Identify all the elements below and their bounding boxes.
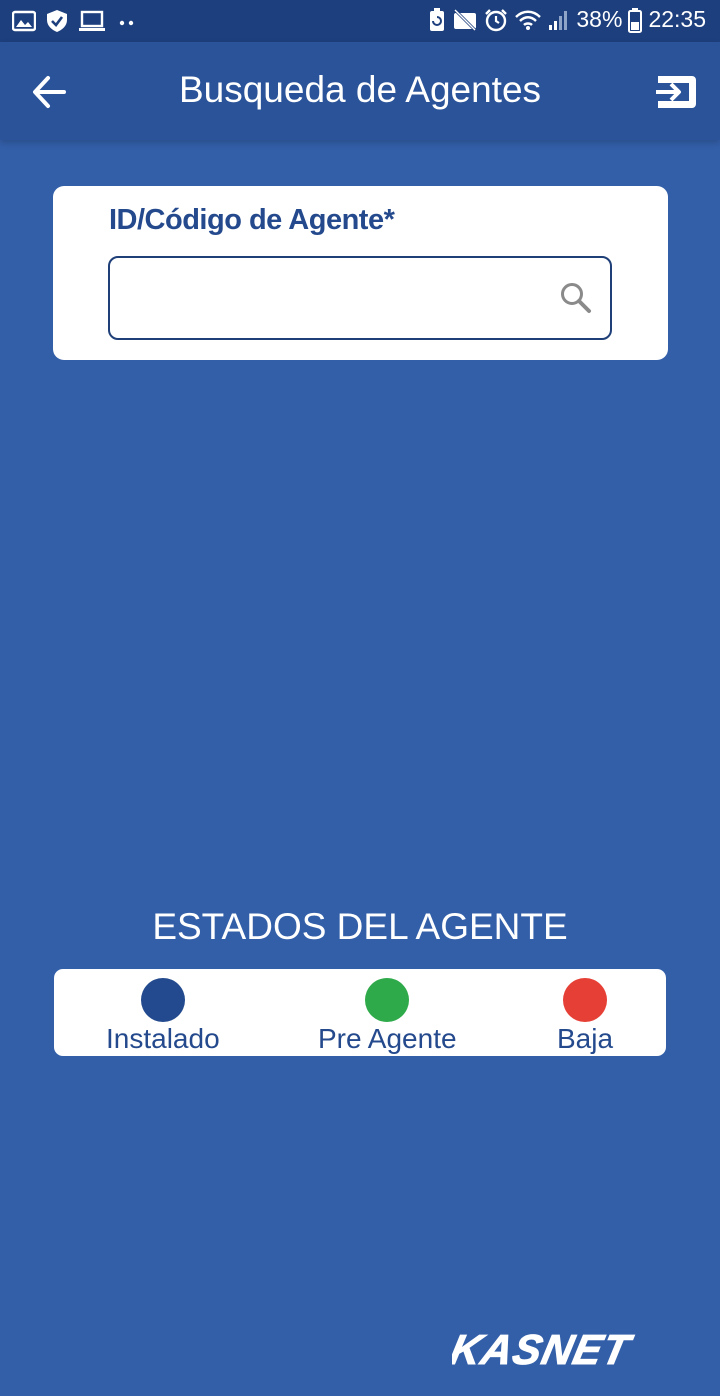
agent-id-label: ID/Código de Agente* (109, 204, 395, 236)
agent-states-legend: Instalado Pre Agente Baja (54, 969, 666, 1056)
state-pre-agent: Pre Agente (318, 978, 457, 1055)
kasnet-logo: KASNET (446, 1326, 692, 1373)
agent-search-card: ID/Código de Agente* (53, 186, 668, 360)
shield-icon (46, 9, 68, 33)
no-camera-icon (452, 8, 478, 32)
signal-icon (548, 8, 570, 32)
state-baja-label: Baja (557, 1023, 614, 1054)
wifi-icon (514, 8, 542, 32)
image-icon (11, 10, 37, 32)
agent-id-field[interactable] (108, 256, 612, 340)
state-baja-dot (563, 978, 608, 1022)
notification-icons (11, 9, 138, 33)
laptop-icon (78, 10, 106, 32)
state-pre-agent-label: Pre Agente (318, 1023, 457, 1054)
state-installed: Instalado (106, 978, 220, 1055)
page-title: Busqueda de Agentes (178, 69, 542, 110)
state-installed-label: Instalado (106, 1023, 220, 1054)
kasnet-logo-text: KASNET (452, 1326, 637, 1370)
app-bar: Busqueda de Agentes (0, 42, 720, 140)
battery-saver-icon (428, 7, 446, 33)
states-title: ESTADOS DEL AGENTE (152, 906, 568, 947)
search-icon[interactable] (558, 280, 594, 316)
battery-percent: 38% (576, 6, 623, 32)
logout-button[interactable] (654, 70, 700, 114)
state-installed-dot (140, 978, 185, 1022)
state-pre-agent-dot (365, 978, 410, 1022)
agent-id-input[interactable] (122, 268, 546, 328)
system-status: 38% 22:35 (428, 6, 706, 33)
status-bar: 38% 22:35 (0, 0, 720, 42)
logout-icon (654, 76, 700, 118)
more-dots-icon (116, 10, 138, 32)
state-baja: Baja (557, 978, 613, 1055)
clock: 22:35 (648, 6, 706, 32)
alarm-icon (484, 8, 508, 32)
battery-icon (628, 7, 643, 33)
